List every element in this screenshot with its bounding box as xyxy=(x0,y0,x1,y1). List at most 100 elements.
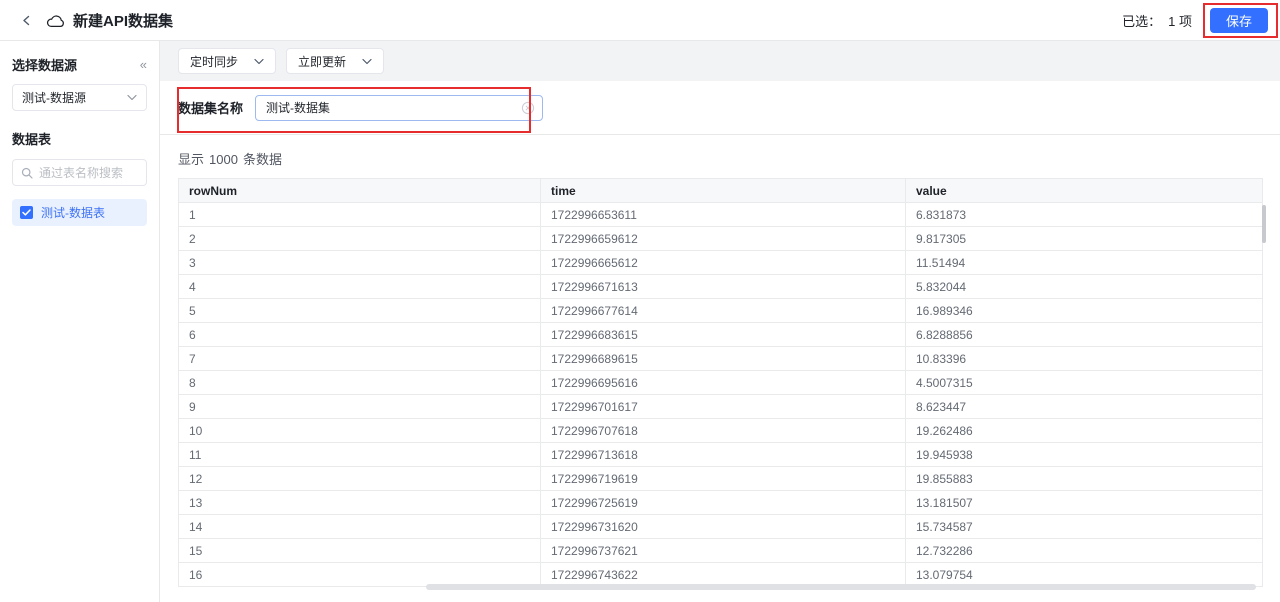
table-item-label: 测试-数据表 xyxy=(41,206,105,220)
table-cell: 7 xyxy=(178,346,541,371)
table-row: 3 1722996665612 11.51494 xyxy=(178,250,1263,275)
datasource-select[interactable]: 测试-数据源 xyxy=(12,84,147,111)
preview-content: 显示 1000 条数据 rowNum time value 1 17229966536… xyxy=(160,135,1280,602)
datasource-title: 选择数据源 xyxy=(12,58,78,73)
table-cell: 1 xyxy=(178,202,541,227)
column-header-value: value xyxy=(905,178,1263,203)
table-cell: 1722996743622 xyxy=(540,562,906,587)
table-cell: 12.732286 xyxy=(905,538,1263,563)
data-table: rowNum time value 1 1722996653611 6.831873… xyxy=(178,178,1263,587)
table-row: 14 1722996731620 15.734587 xyxy=(178,514,1263,539)
table-cell: 1722996725619 xyxy=(540,490,906,515)
table-row: 9 1722996701617 8.623447 xyxy=(178,394,1263,419)
table-row: 5 1722996677614 16.989346 xyxy=(178,298,1263,323)
column-header-time: time xyxy=(540,178,906,203)
page: 新建API数据集 已选： 1 项 保存 选择数据源 « 测试-数据源 数据表 通… xyxy=(0,0,1280,602)
table-cell: 6 xyxy=(178,322,541,347)
table-cell: 1722996695616 xyxy=(540,370,906,395)
table-row: 4 1722996671613 5.832044 xyxy=(178,274,1263,299)
sync-mode-dropdown[interactable]: 定时同步 xyxy=(178,48,277,74)
table-cell: 5 xyxy=(178,298,541,323)
tables-title: 数据表 xyxy=(12,132,52,147)
table-cell: 8.623447 xyxy=(905,394,1263,419)
table-cell: 1722996677614 xyxy=(540,298,906,323)
table-cell: 4.5007315 xyxy=(905,370,1263,395)
column-header-rownum: rowNum xyxy=(178,178,541,203)
table-cell: 10 xyxy=(178,418,541,443)
vertical-scrollbar[interactable] xyxy=(1262,205,1266,243)
table-cell: 1722996689615 xyxy=(540,346,906,371)
table-row: 15 1722996737621 12.732286 xyxy=(178,538,1263,563)
table-cell: 15 xyxy=(178,538,541,563)
table-row: 1 1722996653611 6.831873 xyxy=(178,202,1263,227)
table-row: 11 1722996713618 19.945938 xyxy=(178,442,1263,467)
table-cell: 3 xyxy=(178,250,541,275)
table-cell: 10.83396 xyxy=(905,346,1263,371)
table-row: 7 1722996689615 10.83396 xyxy=(178,346,1263,371)
table-cell: 9 xyxy=(178,394,541,419)
table-cell: 1722996653611 xyxy=(540,202,906,227)
table-cell: 1722996713618 xyxy=(540,442,906,467)
table-row: 10 1722996707618 19.262486 xyxy=(178,418,1263,443)
update-mode-dropdown[interactable]: 立即更新 xyxy=(286,48,385,74)
table-cell: 1722996665612 xyxy=(540,250,906,275)
datasource-select-value: 测试-数据源 xyxy=(22,91,86,105)
table-cell: 1722996671613 xyxy=(540,274,906,299)
table-cell: 2 xyxy=(178,226,541,251)
summary-suffix: 条数据 xyxy=(242,152,282,167)
selected-label: 已选： xyxy=(1122,13,1162,29)
table-row: 13 1722996725619 13.181507 xyxy=(178,490,1263,515)
back-button[interactable] xyxy=(16,10,36,30)
table-row: 2 1722996659612 9.817305 xyxy=(178,226,1263,251)
table-cell: 1722996683615 xyxy=(540,322,906,347)
annotation-box-save xyxy=(1203,3,1278,38)
horizontal-scrollbar[interactable] xyxy=(426,584,1256,590)
summary-count: 1000 xyxy=(209,152,238,167)
table-search-box xyxy=(12,159,147,186)
row-count-summary: 显示 1000 条数据 xyxy=(178,149,1262,168)
table-cell: 12 xyxy=(178,466,541,491)
table-cell: 19.855883 xyxy=(905,466,1263,491)
table-search-input[interactable] xyxy=(39,165,138,180)
chevron-down-icon xyxy=(127,94,137,101)
table-cell: 1722996701617 xyxy=(540,394,906,419)
table-row: 6 1722996683615 6.8288856 xyxy=(178,322,1263,347)
table-cell: 13 xyxy=(178,490,541,515)
table-cell: 13.181507 xyxy=(905,490,1263,515)
table-cell: 9.817305 xyxy=(905,226,1263,251)
annotation-box-dataset-name xyxy=(177,87,531,133)
table-cell: 1722996719619 xyxy=(540,466,906,491)
back-chevron-icon xyxy=(21,15,32,26)
table-cell: 1722996737621 xyxy=(540,538,906,563)
table-cell: 5.832044 xyxy=(905,274,1263,299)
table-cell: 8 xyxy=(178,370,541,395)
top-header: 新建API数据集 已选： 1 项 保存 xyxy=(0,0,1280,41)
sidebar: 选择数据源 « 测试-数据源 数据表 测试-数据表 xyxy=(0,41,160,602)
table-cell: 1722996659612 xyxy=(540,226,906,251)
chevron-down-icon xyxy=(362,58,372,65)
table-list-item[interactable]: 测试-数据表 xyxy=(12,199,147,226)
table-cell: 13.079754 xyxy=(905,562,1263,587)
datasource-title-row: 选择数据源 « xyxy=(12,55,147,74)
table-cell: 1722996707618 xyxy=(540,418,906,443)
table-row: 12 1722996719619 19.855883 xyxy=(178,466,1263,491)
summary-prefix: 显示 xyxy=(178,152,205,167)
table-cell: 19.945938 xyxy=(905,442,1263,467)
checkbox-checked-icon[interactable] xyxy=(20,206,33,219)
table-row: 16 1722996743622 13.079754 xyxy=(178,562,1263,587)
table-cell: 15.734587 xyxy=(905,514,1263,539)
table-cell: 19.262486 xyxy=(905,418,1263,443)
table-cell: 4 xyxy=(178,274,541,299)
table-cell: 16.989346 xyxy=(905,298,1263,323)
data-table-wrap: rowNum time value 1 1722996653611 6.831873… xyxy=(178,178,1266,590)
toolbar: 定时同步 立即更新 xyxy=(160,41,1280,81)
page-title: 新建API数据集 xyxy=(73,12,174,30)
table-cell: 6.831873 xyxy=(905,202,1263,227)
chevron-down-icon xyxy=(254,58,264,65)
update-mode-value: 立即更新 xyxy=(298,54,347,69)
table-header-row: rowNum time value xyxy=(178,178,1263,203)
table-cell: 11 xyxy=(178,442,541,467)
table-cell: 11.51494 xyxy=(905,250,1263,275)
collapse-sidebar-icon[interactable]: « xyxy=(140,58,147,71)
table-cell: 14 xyxy=(178,514,541,539)
